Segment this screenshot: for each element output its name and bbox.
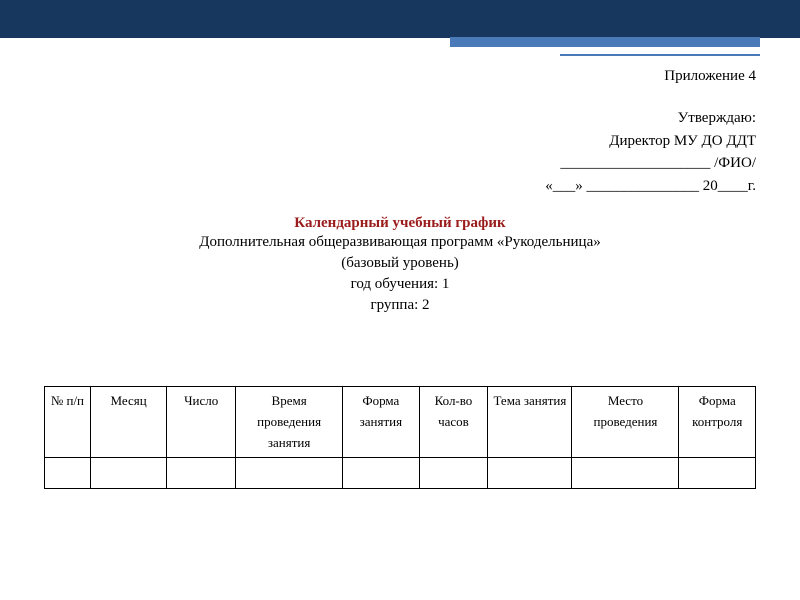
table-row (45, 458, 756, 489)
table-header-cell: Число (167, 387, 236, 458)
approve-line-3: ____________________ /ФИО/ (44, 152, 756, 175)
table-cell (167, 458, 236, 489)
appendix-label: Приложение 4 (44, 68, 756, 85)
banner-stripe-wide (450, 37, 760, 47)
approval-block: Утверждаю: Директор МУ ДО ДДТ __________… (44, 107, 756, 197)
study-year: год обучения: 1 (44, 274, 756, 295)
group-number: группа: 2 (44, 295, 756, 316)
schedule-table: № п/пМесяцЧислоВремя проведения занятияФ… (44, 386, 756, 489)
approve-line-2: Директор МУ ДО ДДТ (44, 130, 756, 153)
table-cell (572, 458, 679, 489)
table-cell (90, 458, 166, 489)
schedule-table-body (45, 458, 756, 489)
table-cell (236, 458, 343, 489)
approve-line-1: Утверждаю: (44, 107, 756, 130)
document-title: Календарный учебный график (44, 215, 756, 232)
table-cell (343, 458, 419, 489)
schedule-header-row: № п/пМесяцЧислоВремя проведения занятияФ… (45, 387, 756, 458)
table-cell (679, 458, 756, 489)
banner-stripe-narrow (560, 54, 760, 56)
document-page: Приложение 4 Утверждаю: Директор МУ ДО Д… (0, 68, 800, 489)
table-header-cell: Время проведения занятия (236, 387, 343, 458)
table-header-cell: № п/п (45, 387, 91, 458)
table-header-cell: Форма занятия (343, 387, 419, 458)
program-level: (базовый уровень) (44, 253, 756, 274)
header-banner (0, 0, 800, 38)
table-cell (488, 458, 572, 489)
approve-line-4: «___» _______________ 20____г. (44, 175, 756, 198)
table-header-cell: Кол-во часов (419, 387, 488, 458)
table-header-cell: Место проведения (572, 387, 679, 458)
table-cell (45, 458, 91, 489)
table-header-cell: Форма контроля (679, 387, 756, 458)
schedule-table-head: № п/пМесяцЧислоВремя проведения занятияФ… (45, 387, 756, 458)
table-header-cell: Тема занятия (488, 387, 572, 458)
document-subtitle-block: Дополнительная общеразвивающая программ … (44, 232, 756, 316)
program-name: Дополнительная общеразвивающая программ … (44, 232, 756, 253)
table-header-cell: Месяц (90, 387, 166, 458)
table-cell (419, 458, 488, 489)
